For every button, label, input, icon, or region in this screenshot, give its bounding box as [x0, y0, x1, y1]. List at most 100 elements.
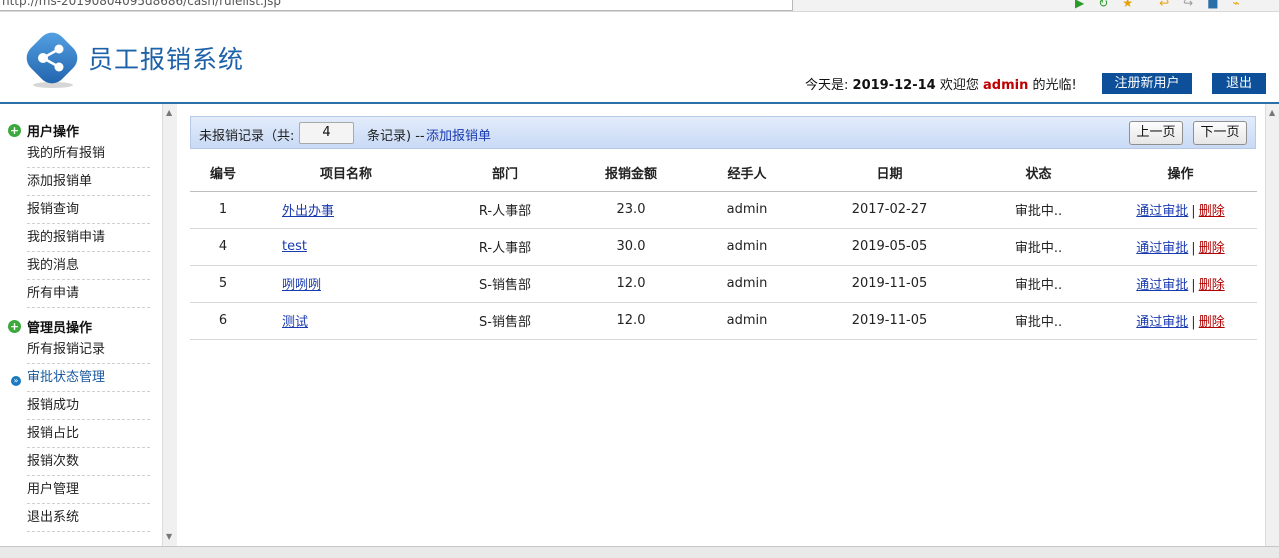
cell-status: 审批中.. [973, 265, 1104, 303]
project-name-link[interactable]: 咧咧咧 [282, 278, 321, 293]
cell-date: 2019-11-05 [806, 265, 973, 303]
approve-link[interactable]: 通过审批 [1136, 241, 1188, 256]
cell-name: 测试 [256, 302, 436, 340]
address-field[interactable]: http://ms-20190804095d8686/cash/rulelist… [0, 0, 793, 11]
col-header-dept: 部门 [436, 154, 574, 192]
cell-actions: 通过审批 | 删除 [1104, 191, 1257, 229]
delete-link[interactable]: 删除 [1199, 315, 1225, 330]
today-label: 今天是: [805, 78, 849, 93]
cell-date: 2019-11-05 [806, 302, 973, 340]
go-icon[interactable]: ▶ [1075, 0, 1084, 9]
add-reimbursement-link[interactable]: 添加报销单 [426, 125, 491, 144]
cell-name: 外出办事 [256, 191, 436, 229]
cell-dept: R-人事部 [436, 191, 574, 229]
scroll-down-icon[interactable]: ▼ [166, 532, 172, 541]
rss-icon[interactable]: ⌁ [1233, 0, 1240, 9]
cell-status: 审批中.. [973, 302, 1104, 340]
action-separator: | [1191, 241, 1196, 256]
table-header-row: 编号 项目名称 部门 报销金额 经手人 日期 状态 操作 [190, 154, 1257, 192]
back-icon[interactable]: ↩ [1159, 0, 1169, 9]
current-username: admin [982, 78, 1029, 93]
logo-icon [26, 32, 78, 88]
records-toolbar: 未报销记录（共: 4 条记录) -- 添加报销单 上一页 下一页 [190, 116, 1256, 149]
main-content: 未报销记录（共: 4 条记录) -- 添加报销单 上一页 下一页 编号 项目名称… [178, 104, 1279, 546]
sidebar-item-exit-system[interactable]: 退出系统 [27, 505, 150, 532]
cell-status: 审批中.. [973, 191, 1104, 229]
table-row: 4 test R-人事部 30.0 admin 2019-05-05 审批中..… [190, 228, 1257, 266]
refresh-icon[interactable]: ↻ [1098, 0, 1108, 9]
forward-icon[interactable]: ↪ [1183, 0, 1193, 9]
cell-id: 5 [190, 265, 256, 303]
next-page-button[interactable]: 下一页 [1193, 121, 1247, 145]
cell-status: 审批中.. [973, 228, 1104, 266]
sidebar-group-admin[interactable]: + 管理员操作 [8, 316, 92, 336]
cell-date: 2019-05-05 [806, 228, 973, 266]
status-bar [0, 546, 1279, 558]
delete-link[interactable]: 删除 [1199, 278, 1225, 293]
table-row: 5 咧咧咧 S-销售部 12.0 admin 2019-11-05 审批中.. … [190, 265, 1257, 303]
favorite-star-icon[interactable]: ★ [1122, 0, 1133, 9]
col-header-id: 编号 [190, 154, 256, 192]
main-scrollbar[interactable]: ▲ [1265, 104, 1279, 546]
today-date: 2019-12-14 [852, 78, 936, 93]
sidebar-item-reimbursement-count[interactable]: 报销次数 [27, 449, 150, 476]
cell-actions: 通过审批 | 删除 [1104, 302, 1257, 340]
cell-handler: admin [688, 265, 806, 303]
delete-link[interactable]: 删除 [1199, 204, 1225, 219]
cell-amount: 30.0 [574, 228, 688, 266]
sidebar-item-reimbursement-query[interactable]: 报销查询 [27, 197, 150, 224]
cell-actions: 通过审批 | 删除 [1104, 265, 1257, 303]
cell-dept: S-销售部 [436, 302, 574, 340]
sidebar-item-add-reimbursement[interactable]: 添加报销单 [27, 169, 150, 196]
sidebar-item-user-management[interactable]: 用户管理 [27, 477, 150, 504]
browser-address-bar: http://ms-20190804095d8686/cash/rulelist… [0, 0, 1279, 12]
cell-id: 1 [190, 191, 256, 229]
sidebar-item-approval-management[interactable]: 审批状态管理 [27, 365, 150, 392]
col-header-amount: 报销金额 [574, 154, 688, 192]
logout-button[interactable]: 退出 [1212, 73, 1266, 94]
sidebar-group-title: 管理员操作 [27, 320, 93, 336]
sidebar-group-user[interactable]: + 用户操作 [8, 120, 79, 140]
sidebar-item-my-applications[interactable]: 我的报销申请 [27, 225, 150, 252]
cell-handler: admin [688, 302, 806, 340]
cell-amount: 12.0 [574, 265, 688, 303]
cell-actions: 通过审批 | 删除 [1104, 228, 1257, 266]
scroll-up-icon[interactable]: ▲ [1269, 108, 1275, 117]
scroll-up-icon[interactable]: ▲ [166, 108, 172, 117]
sidebar-item-my-messages[interactable]: 我的消息 [27, 253, 150, 280]
save-icon[interactable]: ■ [1207, 0, 1218, 9]
cell-date: 2017-02-27 [806, 191, 973, 229]
record-count-prefix: 未报销记录（共: [199, 129, 295, 144]
app-title: 员工报销系统 [88, 45, 245, 74]
register-user-button[interactable]: 注册新用户 [1102, 73, 1192, 94]
delete-link[interactable]: 删除 [1199, 241, 1225, 256]
col-header-status: 状态 [973, 154, 1104, 192]
action-separator: | [1191, 315, 1196, 330]
col-header-name: 项目名称 [256, 154, 436, 192]
cell-handler: admin [688, 191, 806, 229]
cell-id: 4 [190, 228, 256, 266]
sidebar-item-reimbursement-ratio[interactable]: 报销占比 [27, 421, 150, 448]
col-header-date: 日期 [806, 154, 973, 192]
col-header-actions: 操作 [1104, 154, 1257, 192]
active-chevron-icon: » [11, 376, 21, 386]
sidebar-group-title: 用户操作 [27, 124, 80, 140]
approve-link[interactable]: 通过审批 [1136, 278, 1188, 293]
browser-toolbar-icons: ▶ ↻ ★ ↩ ↪ ■ ⌁ [1075, 0, 1240, 9]
sidebar-item-my-reimbursements[interactable]: 我的所有报销 [27, 141, 150, 168]
project-name-link[interactable]: 外出办事 [282, 204, 334, 219]
project-name-link[interactable]: test [282, 239, 307, 254]
sidebar-item-reimbursed-success[interactable]: 报销成功 [27, 393, 150, 420]
cell-name: 咧咧咧 [256, 265, 436, 303]
project-name-link[interactable]: 测试 [282, 315, 308, 330]
cell-amount: 12.0 [574, 302, 688, 340]
sidebar-item-all-applications[interactable]: 所有申请 [27, 281, 150, 308]
prev-page-button[interactable]: 上一页 [1129, 121, 1183, 145]
sidebar-item-all-records[interactable]: 所有报销记录 [27, 337, 150, 364]
approve-link[interactable]: 通过审批 [1136, 204, 1188, 219]
expand-plus-icon: + [8, 123, 21, 137]
approve-link[interactable]: 通过审批 [1136, 315, 1188, 330]
address-text: http://ms-20190804095d8686/cash/rulelist… [2, 0, 281, 8]
col-header-handler: 经手人 [688, 154, 806, 192]
sidebar-scrollbar[interactable]: ▲ ▼ [162, 104, 177, 546]
